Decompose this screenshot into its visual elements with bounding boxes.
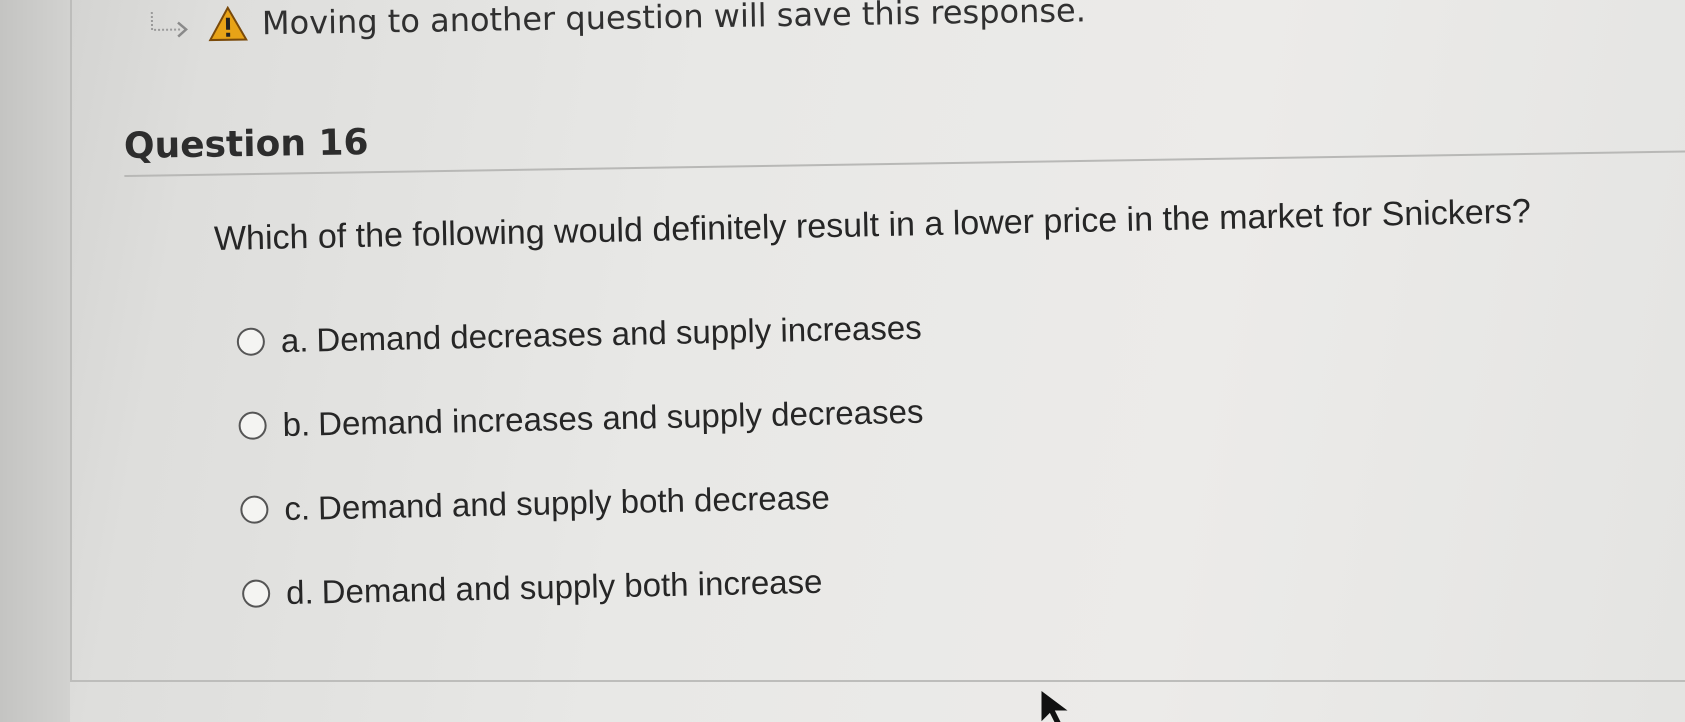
option-label: Demand decreases and supply increases	[315, 308, 922, 359]
option-c[interactable]: c. Demand and supply both decrease	[240, 454, 926, 552]
option-letter: b.	[282, 405, 311, 444]
option-letter: c.	[283, 489, 311, 528]
radio-button-a[interactable]	[236, 327, 266, 356]
quiz-page: Moving to another question will save thi…	[0, 0, 1685, 722]
option-letter: a.	[280, 321, 309, 360]
question-title: Question 16	[123, 122, 369, 167]
left-margin	[0, 0, 70, 722]
option-d[interactable]: d. Demand and supply both increase	[241, 538, 927, 636]
option-letter: d.	[285, 573, 315, 612]
radio-button-d[interactable]	[241, 579, 271, 608]
option-b[interactable]: b. Demand increases and supply decreases	[238, 370, 924, 468]
radio-button-b[interactable]	[238, 411, 267, 440]
option-label: Demand and supply both increase	[321, 562, 823, 611]
mouse-cursor-icon	[1041, 691, 1068, 722]
warning-triangle-icon	[208, 5, 249, 42]
option-label: Demand increases and supply decreases	[317, 392, 924, 443]
answer-options: a. Demand decreases and supply increases…	[236, 286, 928, 636]
option-label: Demand and supply both decrease	[317, 478, 831, 527]
option-a[interactable]: a. Demand decreases and supply increases	[236, 286, 922, 384]
dotted-arrow-icon	[150, 9, 194, 40]
radio-button-c[interactable]	[240, 495, 269, 524]
